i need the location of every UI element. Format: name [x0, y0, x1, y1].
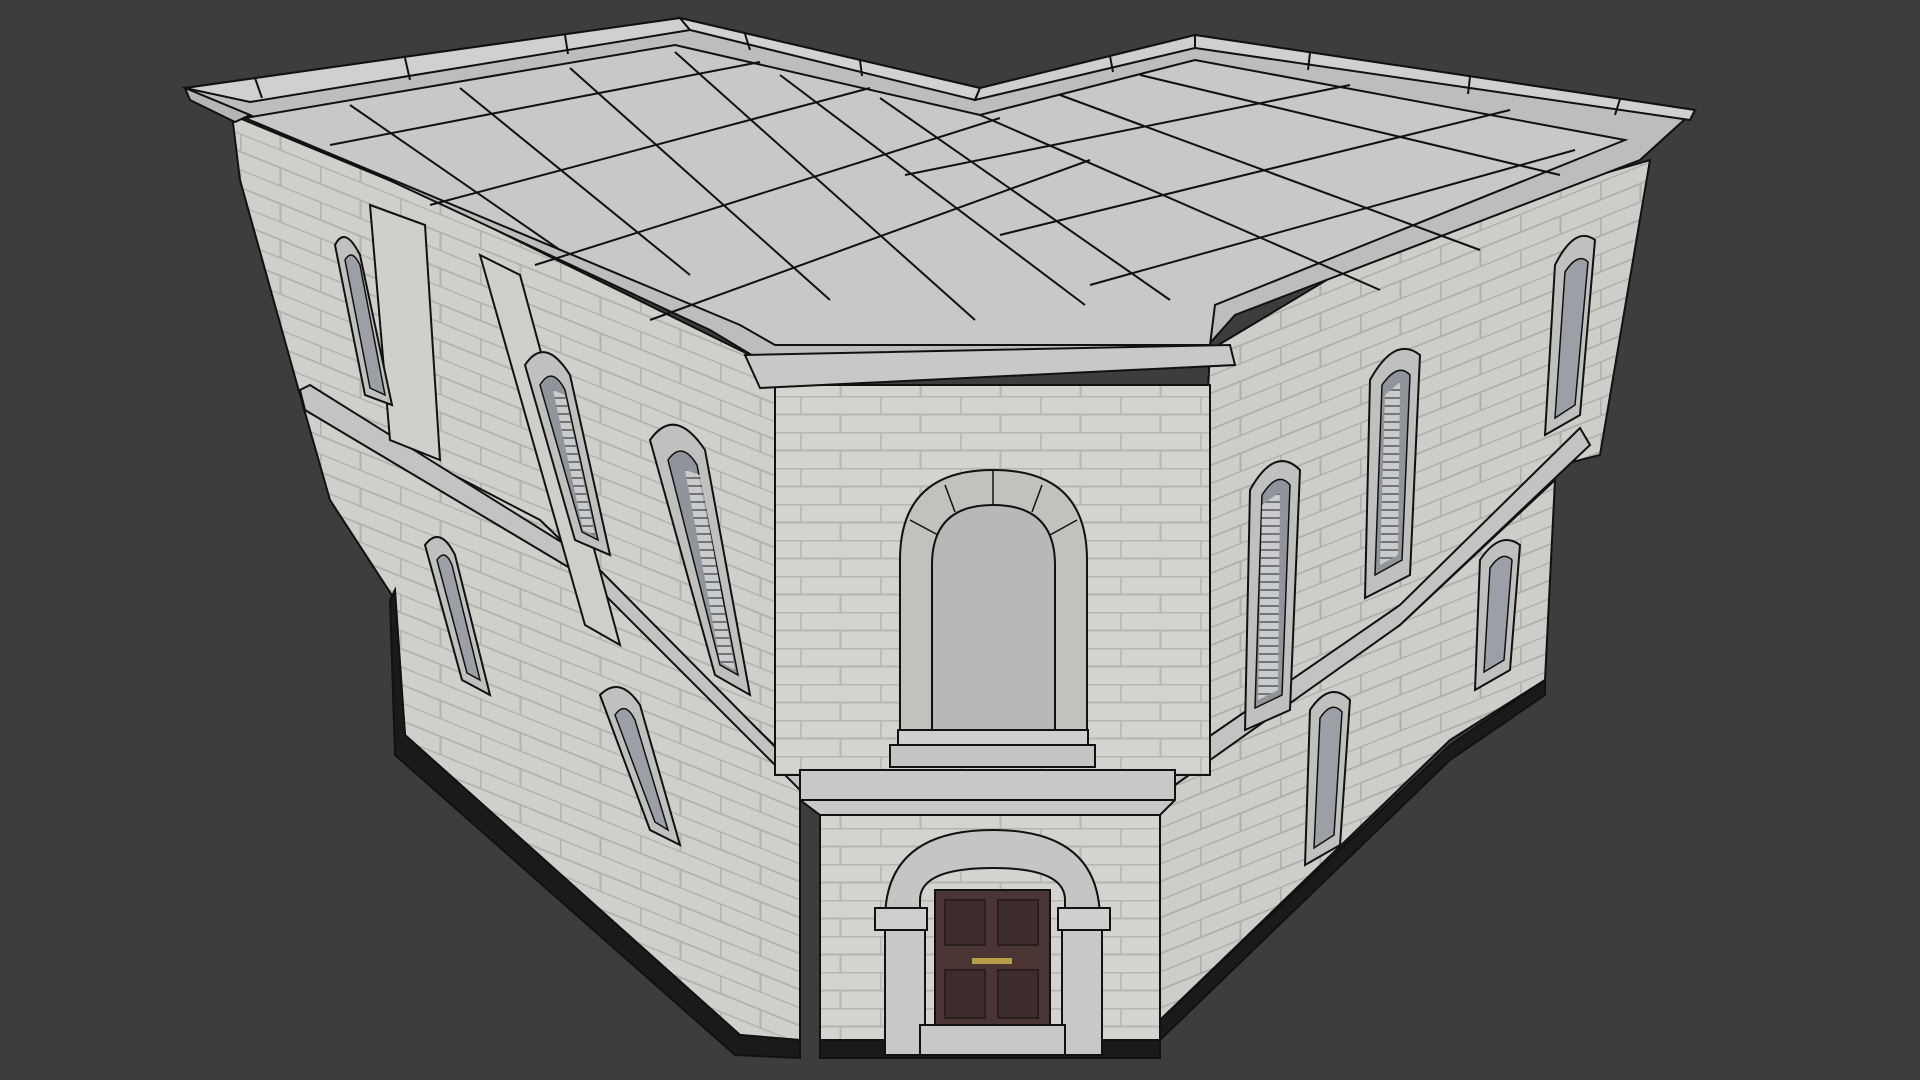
front-door [874, 828, 1111, 1056]
mail-slot [972, 958, 1012, 964]
blind-niche-window [889, 468, 1096, 768]
right-upper-window-1 [1243, 460, 1302, 732]
building-model [181, 16, 1698, 1060]
corner-facade [774, 384, 1211, 1059]
3d-viewport[interactable] [0, 0, 1920, 1080]
